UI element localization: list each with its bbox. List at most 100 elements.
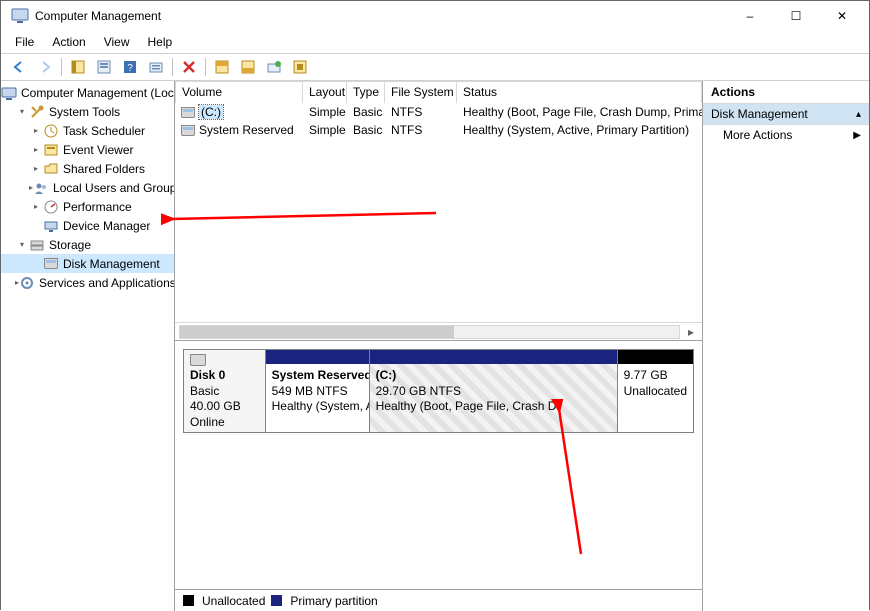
col-volume[interactable]: Volume [175, 81, 303, 103]
tree-event-viewer[interactable]: ▸ Event Viewer [1, 140, 174, 159]
collapse-icon[interactable]: ▴ [856, 109, 861, 120]
services-icon [19, 275, 35, 291]
expander-icon[interactable]: ▸ [29, 124, 43, 138]
partition[interactable]: 9.77 GB Unallocated [618, 350, 693, 432]
partition-line3: Healthy (Boot, Page File, Crash D [376, 399, 611, 415]
disk-kind: Basic [190, 384, 259, 400]
tree-root-label: Computer Management (Local) [21, 86, 175, 100]
tree-local-users[interactable]: ▸ Local Users and Groups [1, 178, 174, 197]
disk-state: Online [190, 415, 259, 431]
menu-help[interactable]: Help [140, 33, 181, 51]
col-filesystem[interactable]: File System [385, 81, 457, 103]
storage-icon [29, 237, 45, 253]
partition[interactable]: (C:) 29.70 GB NTFS Healthy (Boot, Page F… [370, 350, 618, 432]
col-status[interactable]: Status [457, 81, 702, 103]
center-pane: Volume Layout Type File System Status (C… [175, 81, 703, 611]
help2-button[interactable] [288, 56, 312, 78]
volume-fs: NTFS [385, 103, 457, 121]
tree-label: Local Users and Groups [53, 181, 175, 195]
menu-view[interactable]: View [96, 33, 138, 51]
view-bottom-button[interactable] [236, 56, 260, 78]
delete-button[interactable] [177, 56, 201, 78]
scroll-thumb[interactable] [180, 326, 454, 338]
tools-icon [29, 104, 45, 120]
tree-shared-folders[interactable]: ▸ Shared Folders [1, 159, 174, 178]
settings-button[interactable] [262, 56, 286, 78]
minimize-icon: – [747, 9, 754, 23]
col-type[interactable]: Type [347, 81, 385, 103]
volume-status: Healthy (Boot, Page File, Crash Dump, Pr… [457, 103, 702, 121]
refresh-list-button[interactable] [144, 56, 168, 78]
disk-size: 40.00 GB [190, 399, 259, 415]
tree-label: Shared Folders [63, 162, 145, 176]
show-hide-tree-button[interactable] [66, 56, 90, 78]
properties-button[interactable] [92, 56, 116, 78]
toolbar-sep [205, 58, 206, 76]
expander-icon[interactable]: ▸ [29, 200, 43, 214]
partition-title: (C:) [376, 368, 611, 384]
help-button[interactable]: ? [118, 56, 142, 78]
volume-row[interactable]: (C:) Simple Basic NTFS Healthy (Boot, Pa… [175, 103, 702, 121]
scroll-track[interactable] [179, 325, 680, 339]
tree-root[interactable]: Computer Management (Local) [1, 83, 174, 102]
disk-name: Disk 0 [190, 368, 259, 384]
partition-body: System Reserved 549 MB NTFS Healthy (Sys… [266, 364, 369, 432]
disk-row[interactable]: Disk 0 Basic 40.00 GB Online System Rese… [183, 349, 694, 433]
partition-bar [618, 350, 693, 364]
tree-device-manager[interactable]: Device Manager [1, 216, 174, 235]
tree-services-apps[interactable]: ▸ Services and Applications [1, 273, 174, 292]
volume-list[interactable]: Volume Layout Type File System Status (C… [175, 81, 702, 341]
nav-tree[interactable]: Computer Management (Local) ▾ System Too… [1, 81, 175, 611]
volume-hscroll[interactable]: ▸ [175, 322, 702, 340]
partition-line3: Unallocated [624, 384, 687, 400]
expander-icon[interactable]: ▾ [15, 238, 29, 252]
partition-line2: 549 MB NTFS [272, 384, 363, 400]
partition-body: 9.77 GB Unallocated [618, 364, 693, 432]
disk-graphical-view[interactable]: Disk 0 Basic 40.00 GB Online System Rese… [175, 341, 702, 611]
legend-swatch-primary [271, 595, 282, 606]
volume-fs: NTFS [385, 121, 457, 139]
drive-icon [181, 107, 195, 118]
volume-header-row: Volume Layout Type File System Status [175, 81, 702, 103]
volume-name: System Reserved [199, 123, 294, 137]
clock-icon [43, 123, 59, 139]
minimize-button[interactable]: – [727, 1, 773, 31]
partition-bar [266, 350, 369, 364]
forward-button[interactable] [33, 56, 57, 78]
expander-icon[interactable]: ▸ [29, 143, 43, 157]
view-top-button[interactable] [210, 56, 234, 78]
actions-pane: Actions Disk Management ▴ More Actions ▶ [703, 81, 869, 611]
expander-icon[interactable]: ▾ [15, 105, 29, 119]
titlebar[interactable]: Computer Management – ☐ ✕ [1, 1, 869, 31]
actions-selected[interactable]: Disk Management ▴ [703, 104, 869, 125]
tree-disk-management[interactable]: Disk Management [1, 254, 174, 273]
spacer [29, 257, 43, 271]
maximize-button[interactable]: ☐ [773, 1, 819, 31]
chevron-right-icon: ▶ [853, 130, 861, 141]
actions-selected-label: Disk Management [711, 107, 808, 121]
tree-performance[interactable]: ▸ Performance [1, 197, 174, 216]
tree-label: Performance [63, 200, 132, 214]
close-button[interactable]: ✕ [819, 1, 865, 31]
disk-info[interactable]: Disk 0 Basic 40.00 GB Online [184, 350, 266, 432]
partition-body: (C:) 29.70 GB NTFS Healthy (Boot, Page F… [370, 364, 617, 432]
menu-action[interactable]: Action [44, 33, 93, 51]
tree-system-tools[interactable]: ▾ System Tools [1, 102, 174, 121]
scroll-right-icon[interactable]: ▸ [684, 325, 698, 339]
menu-file[interactable]: File [7, 33, 42, 51]
partition-line2: 9.77 GB [624, 368, 687, 384]
disk-icon [43, 256, 59, 272]
tree-storage[interactable]: ▾ Storage [1, 235, 174, 254]
tree-label: Storage [49, 238, 91, 252]
back-button[interactable] [7, 56, 31, 78]
partition[interactable]: System Reserved 549 MB NTFS Healthy (Sys… [266, 350, 370, 432]
spacer [29, 219, 43, 233]
expander-icon[interactable]: ▸ [29, 162, 43, 176]
disk-icon [190, 354, 206, 366]
folder-icon [43, 161, 59, 177]
actions-more[interactable]: More Actions ▶ [703, 125, 869, 145]
tree-task-scheduler[interactable]: ▸ Task Scheduler [1, 121, 174, 140]
col-layout[interactable]: Layout [303, 81, 347, 103]
volume-row[interactable]: System Reserved Simple Basic NTFS Health… [175, 121, 702, 139]
legend-swatch-unallocated [183, 595, 194, 606]
